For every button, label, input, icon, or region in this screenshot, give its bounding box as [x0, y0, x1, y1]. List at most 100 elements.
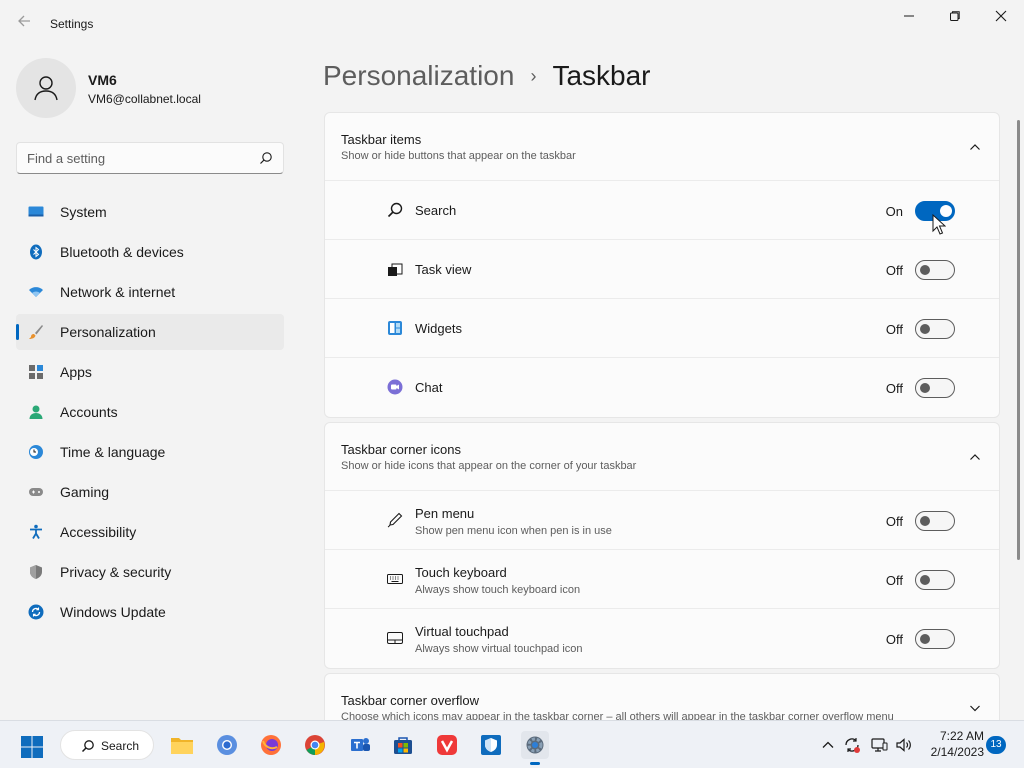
clock-globe-icon	[29, 445, 43, 459]
taskbar-items-header[interactable]: Taskbar items Show or hide buttons that …	[325, 113, 999, 181]
sidebar-item-accessibility[interactable]: Accessibility	[16, 514, 284, 550]
setting-row-touch-keyboard: Touch keyboard Always show touch keyboar…	[325, 550, 999, 609]
setting-label: Virtual touchpad	[415, 624, 509, 639]
sidebar-item-time-language[interactable]: Time & language	[16, 434, 284, 470]
windows-start-icon[interactable]	[20, 735, 44, 759]
brush-icon	[29, 325, 43, 339]
maximize-button[interactable]	[932, 0, 978, 32]
section-title: Taskbar corner overflow	[341, 693, 479, 708]
toggle-knob	[920, 516, 930, 526]
back-arrow-icon[interactable]	[14, 14, 34, 34]
setting-label: Search	[415, 203, 457, 218]
sidebar-item-windows-update[interactable]: Windows Update	[16, 594, 284, 630]
store-icon[interactable]	[389, 731, 417, 759]
sidebar-item-personalization[interactable]: Personalization	[16, 314, 284, 350]
find-setting-search[interactable]	[16, 142, 284, 174]
setting-label: Pen menu	[415, 506, 475, 521]
chevron-up-icon[interactable]	[969, 141, 981, 153]
nav-list: System Bluetooth & devices Network & int…	[16, 194, 284, 634]
toggle-state-text: Off	[885, 632, 903, 647]
setting-row-task-view: Task view Off	[325, 240, 999, 299]
setting-row-search: Search On	[325, 181, 999, 240]
sync-icon[interactable]	[842, 735, 862, 755]
accessibility-icon	[30, 524, 42, 539]
corner-overflow-header[interactable]: Taskbar corner overflow Choose which ico…	[325, 674, 999, 720]
corner-icons-header[interactable]: Taskbar corner icons Show or hide icons …	[325, 423, 999, 491]
minimize-icon	[904, 15, 914, 17]
sidebar-item-label: Apps	[60, 364, 92, 380]
task-view-toggle[interactable]	[915, 260, 955, 280]
sidebar-item-label: Network & internet	[60, 284, 176, 300]
sidebar-item-system[interactable]: System	[16, 194, 284, 230]
sidebar-item-apps[interactable]: Apps	[16, 354, 284, 390]
sidebar-item-accounts[interactable]: Accounts	[16, 394, 284, 430]
close-icon	[995, 10, 1007, 22]
defender-icon[interactable]	[477, 731, 505, 759]
toggle-state-text: Off	[885, 514, 903, 529]
corner-icons-card: Taskbar corner icons Show or hide icons …	[324, 422, 1000, 669]
sidebar-item-label: Time & language	[60, 444, 166, 460]
firefox-icon[interactable]	[257, 731, 285, 759]
section-title: Taskbar corner icons	[341, 442, 461, 457]
chevron-up-icon[interactable]	[969, 451, 981, 463]
setting-row-widgets: Widgets Off	[325, 299, 999, 358]
chromium-icon[interactable]	[213, 731, 241, 759]
chevron-up-icon[interactable]	[818, 735, 838, 755]
scrollbar[interactable]	[1017, 120, 1020, 560]
restore-icon	[950, 11, 960, 21]
taskbar-search-label: Search	[101, 739, 140, 753]
sidebar-item-network[interactable]: Network & internet	[16, 274, 284, 310]
chat-icon	[387, 379, 403, 395]
user-profile[interactable]: VM6 VM6@collabnet.local	[16, 58, 276, 118]
toggle-knob	[920, 383, 930, 393]
mouse-cursor-icon	[932, 214, 946, 235]
notification-badge[interactable]: 13	[986, 736, 1006, 754]
window-title: Settings	[50, 17, 94, 31]
setting-label: Widgets	[415, 321, 462, 336]
breadcrumb-parent[interactable]: Personalization	[323, 60, 514, 92]
teams-icon[interactable]	[346, 731, 374, 759]
close-button[interactable]	[978, 0, 1024, 32]
clock-date: 2/14/2023	[930, 745, 984, 759]
file-explorer-icon[interactable]	[168, 731, 196, 759]
section-description: Show or hide icons that appear on the co…	[341, 460, 637, 472]
shield-icon	[30, 565, 42, 579]
widgets-toggle[interactable]	[915, 319, 955, 339]
search-icon[interactable]	[259, 151, 273, 165]
taskbar-items-card: Taskbar items Show or hide buttons that …	[324, 112, 1000, 418]
sidebar-item-label: Gaming	[60, 484, 110, 500]
pen-icon	[387, 512, 403, 528]
gamepad-icon	[29, 488, 43, 496]
minimize-button[interactable]	[886, 0, 932, 32]
toggle-knob	[920, 265, 930, 275]
sidebar-item-bluetooth[interactable]: Bluetooth & devices	[16, 234, 284, 270]
setting-label: Task view	[415, 262, 472, 277]
widgets-icon	[388, 321, 402, 335]
page-title: Taskbar	[552, 60, 651, 91]
taskbar-clock[interactable]: 7:22 AM 2/14/2023	[924, 728, 984, 760]
chrome-icon[interactable]	[301, 731, 329, 759]
search-input[interactable]	[17, 143, 257, 173]
sidebar-item-privacy[interactable]: Privacy & security	[16, 554, 284, 590]
volume-icon[interactable]	[894, 735, 914, 755]
virtual-touchpad-toggle[interactable]	[915, 629, 955, 649]
chat-toggle[interactable]	[915, 378, 955, 398]
search-icon	[387, 202, 403, 218]
accounts-icon	[29, 405, 43, 419]
sidebar-item-label: Windows Update	[60, 604, 166, 620]
pen-menu-toggle[interactable]	[915, 511, 955, 531]
section-description: Choose which icons may appear in the tas…	[341, 711, 894, 720]
wifi-icon	[29, 287, 43, 297]
taskbar-search-button[interactable]: Search	[60, 730, 154, 760]
setting-label: Chat	[415, 380, 443, 395]
settings-icon[interactable]	[521, 731, 549, 765]
vivaldi-icon[interactable]	[433, 731, 461, 759]
toggle-state-text: Off	[885, 573, 903, 588]
user-email: VM6@collabnet.local	[88, 92, 201, 106]
touch-keyboard-toggle[interactable]	[915, 570, 955, 590]
sidebar-item-label: Accounts	[60, 404, 118, 420]
section-title: Taskbar items	[341, 132, 422, 147]
network-icon[interactable]	[869, 735, 889, 755]
chevron-down-icon[interactable]	[969, 702, 981, 714]
sidebar-item-gaming[interactable]: Gaming	[16, 474, 284, 510]
